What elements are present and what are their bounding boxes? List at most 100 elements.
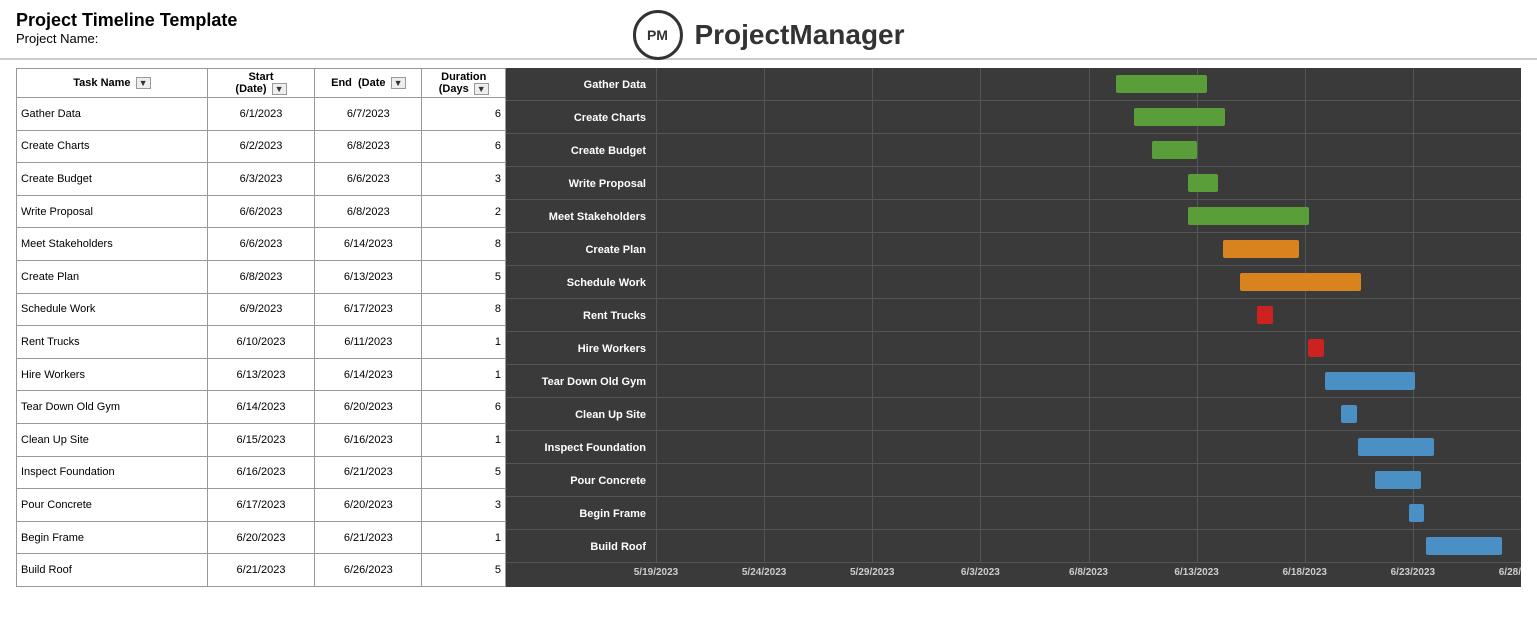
filter-icon-dur[interactable]: ▼ [474, 83, 489, 95]
gantt-date-label: 6/23/2023 [1391, 567, 1436, 578]
col-header-duration[interactable]: Duration(Days ▼ [422, 69, 506, 98]
task-end: 6/21/2023 [315, 521, 422, 554]
gantt-track [656, 464, 1521, 496]
task-end: 6/14/2023 [315, 228, 422, 261]
filter-icon-name[interactable]: ▼ [136, 77, 151, 89]
gantt-row: Schedule Work [506, 266, 1521, 299]
gantt-date-label: 6/13/2023 [1174, 567, 1219, 578]
task-name: Create Budget [17, 163, 208, 196]
task-start: 6/8/2023 [207, 260, 314, 293]
task-duration: 1 [422, 423, 506, 456]
task-end: 6/17/2023 [315, 293, 422, 326]
gantt-bar [1308, 339, 1324, 357]
task-end: 6/13/2023 [315, 260, 422, 293]
gantt-row: Create Budget [506, 134, 1521, 167]
gantt-track [656, 167, 1521, 199]
gantt-label: Create Plan [506, 242, 656, 256]
task-table: Task Name ▼ Start(Date) ▼ End (Date ▼ Du… [16, 68, 506, 587]
gantt-label: Schedule Work [506, 275, 656, 289]
gantt-bar [1426, 537, 1502, 555]
col-header-name[interactable]: Task Name ▼ [17, 69, 208, 98]
gantt-row: Create Plan [506, 233, 1521, 266]
col-header-start[interactable]: Start(Date) ▼ [207, 69, 314, 98]
task-duration: 5 [422, 554, 506, 587]
gantt-row: Inspect Foundation [506, 431, 1521, 464]
table-row: Create Charts 6/2/2023 6/8/2023 6 [17, 130, 506, 163]
filter-icon-end[interactable]: ▼ [391, 77, 406, 89]
gantt-date-label: 6/28/2023 [1499, 567, 1521, 578]
gantt-track [656, 299, 1521, 331]
gantt-row: Clean Up Site [506, 398, 1521, 431]
task-end: 6/20/2023 [315, 489, 422, 522]
task-name: Pour Concrete [17, 489, 208, 522]
gantt-track [656, 134, 1521, 166]
logo-area: PM ProjectManager [632, 10, 904, 60]
gantt-row: Write Proposal [506, 167, 1521, 200]
gantt-bar [1152, 141, 1198, 159]
gantt-track [656, 530, 1521, 562]
task-duration: 8 [422, 228, 506, 261]
gantt-label: Write Proposal [506, 176, 656, 190]
task-name: Clean Up Site [17, 423, 208, 456]
gantt-date-label: 6/8/2023 [1069, 567, 1108, 578]
gantt-bar [1223, 240, 1299, 258]
table-row: Inspect Foundation 6/16/2023 6/21/2023 5 [17, 456, 506, 489]
task-end: 6/21/2023 [315, 456, 422, 489]
gantt-row: Pour Concrete [506, 464, 1521, 497]
gantt-inner: Gather Data Create Charts Create Budget Wri… [506, 68, 1521, 587]
gantt-bar [1358, 438, 1434, 456]
col-header-end[interactable]: End (Date ▼ [315, 69, 422, 98]
gantt-bar [1240, 273, 1361, 291]
gantt-track [656, 200, 1521, 232]
gantt-label: Meet Stakeholders [506, 209, 656, 223]
gantt-row: Begin Frame [506, 497, 1521, 530]
table-row: Hire Workers 6/13/2023 6/14/2023 1 [17, 358, 506, 391]
task-duration: 6 [422, 391, 506, 424]
gantt-bar [1188, 174, 1218, 192]
gantt-row: Hire Workers [506, 332, 1521, 365]
task-duration: 1 [422, 521, 506, 554]
task-name: Schedule Work [17, 293, 208, 326]
gantt-track [656, 365, 1521, 397]
gantt-row: Build Roof [506, 530, 1521, 563]
gantt-label: Hire Workers [506, 341, 656, 355]
task-end: 6/16/2023 [315, 423, 422, 456]
gantt-track [656, 233, 1521, 265]
gantt-label: Create Budget [506, 143, 656, 157]
table-row: Gather Data 6/1/2023 6/7/2023 6 [17, 98, 506, 131]
gantt-track [656, 266, 1521, 298]
table-row: Meet Stakeholders 6/6/2023 6/14/2023 8 [17, 228, 506, 261]
task-start: 6/3/2023 [207, 163, 314, 196]
gantt-label: Pour Concrete [506, 473, 656, 487]
gantt-date-labels: 5/19/20235/24/20235/29/20236/3/20236/8/2… [656, 565, 1521, 585]
table-row: Begin Frame 6/20/2023 6/21/2023 1 [17, 521, 506, 554]
table-row: Schedule Work 6/9/2023 6/17/2023 8 [17, 293, 506, 326]
task-name: Hire Workers [17, 358, 208, 391]
gantt-label: Rent Trucks [506, 308, 656, 322]
task-start: 6/6/2023 [207, 195, 314, 228]
task-end: 6/8/2023 [315, 195, 422, 228]
brand-name: ProjectManager [694, 19, 904, 51]
gantt-row: Meet Stakeholders [506, 200, 1521, 233]
task-duration: 1 [422, 358, 506, 391]
gantt-track [656, 68, 1521, 100]
gantt-date-label: 5/19/2023 [634, 567, 679, 578]
table-row: Create Budget 6/3/2023 6/6/2023 3 [17, 163, 506, 196]
table-row: Write Proposal 6/6/2023 6/8/2023 2 [17, 195, 506, 228]
gantt-label: Gather Data [506, 77, 656, 91]
filter-icon-start[interactable]: ▼ [272, 83, 287, 95]
gantt-row: Rent Trucks [506, 299, 1521, 332]
task-duration: 2 [422, 195, 506, 228]
table-row: Build Roof 6/21/2023 6/26/2023 5 [17, 554, 506, 587]
task-name: Build Roof [17, 554, 208, 587]
task-duration: 3 [422, 489, 506, 522]
gantt-footer: 5/19/20235/24/20235/29/20236/3/20236/8/2… [506, 563, 1521, 587]
task-name: Begin Frame [17, 521, 208, 554]
gantt-track [656, 332, 1521, 364]
task-duration: 8 [422, 293, 506, 326]
task-name: Write Proposal [17, 195, 208, 228]
gantt-bar [1325, 372, 1416, 390]
task-start: 6/10/2023 [207, 326, 314, 359]
gantt-row: Create Charts [506, 101, 1521, 134]
gantt-chart: Gather Data Create Charts Create Budget Wri… [506, 68, 1521, 587]
